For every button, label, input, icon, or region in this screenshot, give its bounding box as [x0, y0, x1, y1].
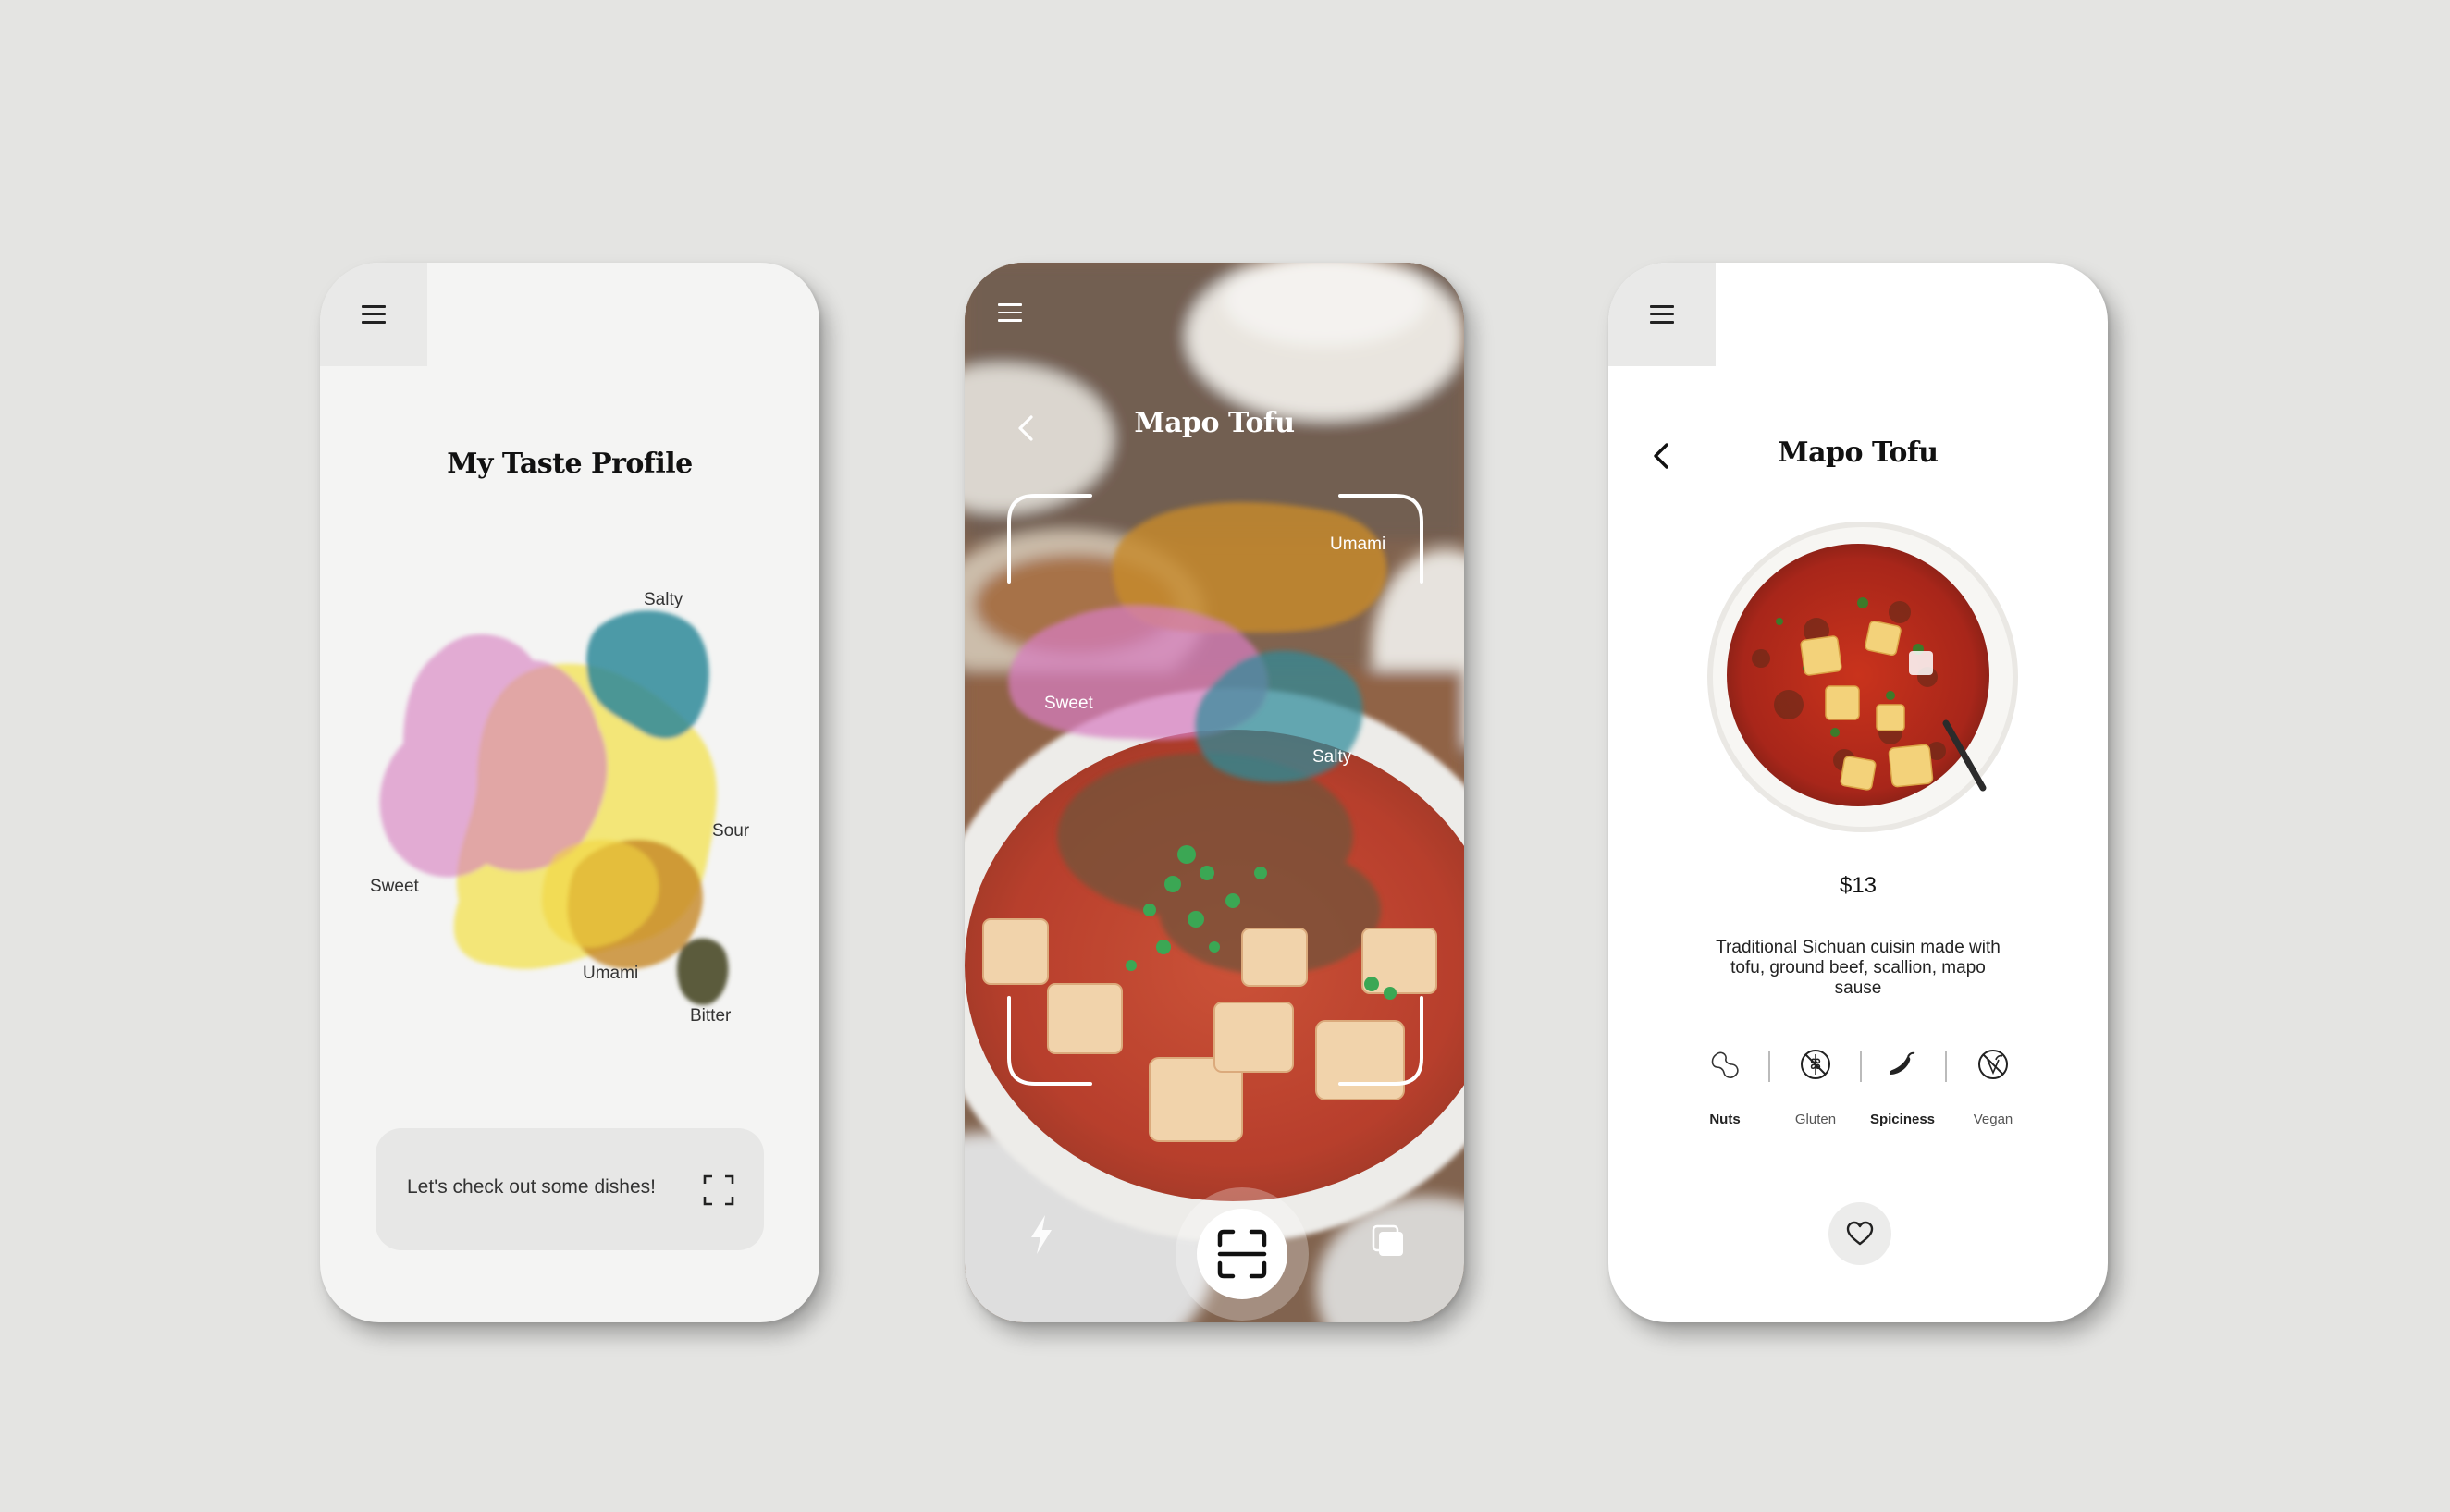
menu-button[interactable] — [998, 303, 1022, 322]
scan-frame-icon — [1217, 1229, 1267, 1279]
dish-price: $13 — [1839, 873, 1878, 898]
dish-photo — [1707, 522, 2018, 832]
allergen-nuts[interactable]: Nuts — [1681, 1049, 1769, 1127]
not-vegan-icon — [1978, 1050, 2008, 1079]
divider — [1945, 1051, 1947, 1082]
allergen-gluten[interactable]: Gluten — [1771, 1049, 1860, 1127]
allergen-spiciness[interactable]: Spiciness — [1858, 1049, 1947, 1127]
taste-profile-screen: My Taste Profile Salty Sour Sweet Umami … — [320, 263, 819, 1322]
camera-scan-screen: Mapo Tofu Umami Sweet Salty — [965, 263, 1464, 1322]
divider — [1768, 1051, 1770, 1082]
hamburger-menu-icon — [998, 303, 1022, 322]
salty-label: Salty — [644, 590, 683, 609]
bitter-blob — [676, 938, 729, 1005]
bitter-label: Bitter — [690, 1006, 732, 1026]
hamburger-menu-icon — [1650, 305, 1674, 324]
chili-pepper-icon — [1889, 1051, 1915, 1075]
umami-detected-label: Umami — [1330, 535, 1386, 554]
menu-button[interactable] — [1608, 263, 1716, 366]
sweet-detected-label: Sweet — [1044, 694, 1093, 713]
allergen-label: Gluten — [1794, 1112, 1837, 1127]
dish-detail-screen: Mapo Tofu $13 Traditional Sichuan cuisin… — [1608, 263, 2108, 1322]
salty-detected-label: Salty — [1312, 747, 1352, 767]
peanut-icon — [1711, 1051, 1739, 1078]
allergen-vegan[interactable]: Vegan — [1949, 1049, 2038, 1127]
gluten-free-icon — [1801, 1050, 1830, 1079]
allergen-label: Vegan — [1973, 1112, 2013, 1127]
gallery-icon[interactable] — [1372, 1224, 1405, 1258]
page-title: Mapo Tofu — [1778, 436, 1939, 469]
allergen-label: Nuts — [1709, 1112, 1741, 1127]
sour-label: Sour — [712, 821, 750, 841]
check-dishes-label: Let's check out some dishes! — [407, 1176, 656, 1198]
lightning-icon[interactable] — [1028, 1213, 1055, 1256]
umami-label: Umami — [583, 964, 639, 983]
heart-icon — [1846, 1221, 1874, 1246]
allergen-label: Spiciness — [1869, 1112, 1936, 1127]
check-dishes-button[interactable]: Let's check out some dishes! — [376, 1128, 764, 1250]
page-title: Mapo Tofu — [1134, 407, 1295, 439]
sweet-label: Sweet — [370, 877, 419, 896]
shutter-button[interactable] — [1176, 1187, 1309, 1321]
favorite-button[interactable] — [1828, 1202, 1891, 1265]
scan-frame-icon — [703, 1174, 734, 1206]
scan-frame-overlay — [1007, 494, 1423, 1086]
dish-description: Traditional Sichuan cuisin made with tof… — [1716, 938, 2001, 998]
